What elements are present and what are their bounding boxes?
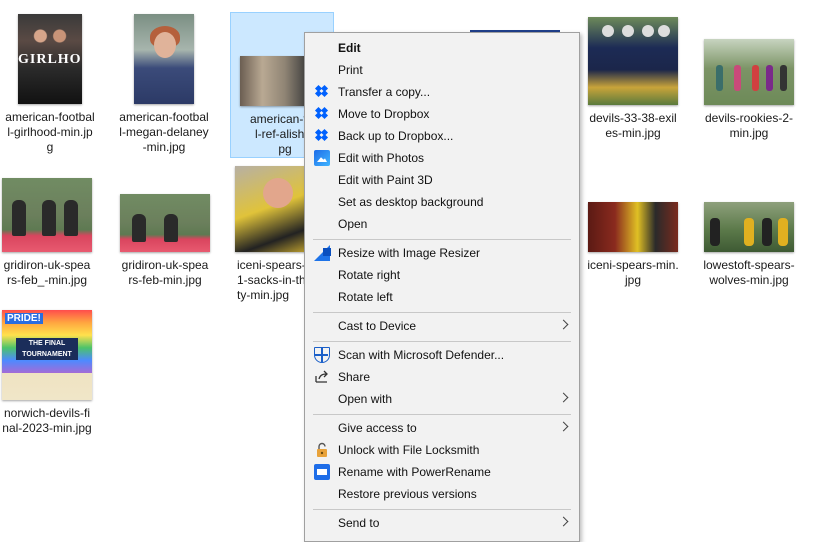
file-name: gridiron-uk-spea rs-feb-min.jpg <box>121 258 209 287</box>
menu-item-resize-image[interactable]: Resize with Image Resizer <box>305 242 579 264</box>
thumbnail-image: PRIDE! THE FINAL TOURNAMENT <box>2 310 92 400</box>
menu-item-open[interactable]: Open <box>305 213 579 235</box>
file-tile[interactable]: gridiron-uk-spea rs-feb_-min.jpg <box>0 178 97 288</box>
thumbnail-image <box>704 202 794 252</box>
file-tile[interactable]: GIRLHOOD american-footbal l-girlhood-min… <box>0 14 100 155</box>
file-tile[interactable]: devils-33-38-exil es-min.jpg <box>583 17 683 141</box>
lock-icon <box>314 442 330 458</box>
menu-item-print[interactable]: Print <box>305 59 579 81</box>
thumbnail-image: GIRLHOOD <box>18 14 82 104</box>
chevron-right-icon <box>558 421 569 432</box>
chevron-right-icon <box>558 516 569 527</box>
share-icon <box>314 369 330 385</box>
dropbox-icon <box>314 84 330 100</box>
thumbnail-title: PRIDE! <box>5 313 43 324</box>
thumbnail-image <box>2 178 92 252</box>
chevron-right-icon <box>558 319 569 330</box>
menu-item-rotate-left[interactable]: Rotate left <box>305 286 579 308</box>
chevron-right-icon <box>558 392 569 403</box>
menu-item-edit[interactable]: Edit <box>305 37 579 59</box>
file-tile[interactable]: gridiron-uk-spea rs-feb-min.jpg <box>115 194 215 288</box>
menu-item-rotate-right[interactable]: Rotate right <box>305 264 579 286</box>
menu-item-back-up-dropbox[interactable]: Back up to Dropbox... <box>305 125 579 147</box>
menu-item-send-to[interactable]: Send to <box>305 512 579 534</box>
menu-separator <box>313 509 571 510</box>
thumbnail-image <box>704 39 794 105</box>
menu-item-rename-powerrename[interactable]: Rename with PowerRename <box>305 461 579 483</box>
file-tile[interactable]: PRIDE! THE FINAL TOURNAMENT norwich-devi… <box>0 310 97 436</box>
menu-item-set-desktop-background[interactable]: Set as desktop background <box>305 191 579 213</box>
thumbnail-image <box>120 194 210 252</box>
file-tile[interactable]: lowestoft-spears- wolves-min.jpg <box>699 202 799 288</box>
menu-item-give-access[interactable]: Give access to <box>305 417 579 439</box>
context-menu: Edit Print Transfer a copy... Move to Dr… <box>304 32 580 542</box>
thumbnail-image <box>134 14 194 104</box>
image-resizer-icon <box>314 245 331 261</box>
file-tile[interactable]: devils-rookies-2- min.jpg <box>699 39 799 141</box>
thumbnail-title: GIRLHOOD <box>18 52 82 67</box>
menu-item-edit-with-photos[interactable]: Edit with Photos <box>305 147 579 169</box>
file-tile[interactable]: iceni-spears-min. jpg <box>583 202 683 288</box>
file-name: devils-33-38-exil es-min.jpg <box>589 111 677 140</box>
menu-item-unlock-file-locksmith[interactable]: Unlock with File Locksmith <box>305 439 579 461</box>
menu-item-edit-paint-3d[interactable]: Edit with Paint 3D <box>305 169 579 191</box>
defender-icon <box>314 347 330 363</box>
menu-item-open-with[interactable]: Open with <box>305 388 579 410</box>
file-name: lowestoft-spears- wolves-min.jpg <box>703 258 795 287</box>
dropbox-icon <box>314 106 330 122</box>
file-name: iceni-spears-min. jpg <box>587 258 679 287</box>
thumbnail-banner: THE FINAL TOURNAMENT <box>16 338 78 360</box>
file-name: gridiron-uk-spea rs-feb_-min.jpg <box>3 258 91 287</box>
file-name: american-footbal l-megan-delaney -min.jp… <box>119 110 209 154</box>
photos-icon <box>314 150 330 166</box>
thumbnail-image <box>588 17 678 105</box>
menu-separator <box>313 312 571 313</box>
menu-item-share[interactable]: Share <box>305 366 579 388</box>
menu-separator <box>313 239 571 240</box>
file-tile[interactable]: american-footbal l-megan-delaney -min.jp… <box>114 14 214 155</box>
menu-separator <box>313 341 571 342</box>
menu-item-move-to-dropbox[interactable]: Move to Dropbox <box>305 103 579 125</box>
menu-item-scan-defender[interactable]: Scan with Microsoft Defender... <box>305 344 579 366</box>
powerrename-icon <box>314 464 330 480</box>
dropbox-icon <box>314 128 330 144</box>
menu-item-restore-previous-versions[interactable]: Restore previous versions <box>305 483 579 505</box>
menu-separator <box>313 414 571 415</box>
thumbnail-image <box>588 202 678 252</box>
file-name: american-footbal l-girlhood-min.jp g <box>5 110 95 154</box>
file-name: norwich-devils-fi nal-2023-min.jpg <box>2 406 92 435</box>
menu-item-transfer-copy[interactable]: Transfer a copy... <box>305 81 579 103</box>
menu-item-cast-to-device[interactable]: Cast to Device <box>305 315 579 337</box>
file-name: devils-rookies-2- min.jpg <box>704 111 794 140</box>
